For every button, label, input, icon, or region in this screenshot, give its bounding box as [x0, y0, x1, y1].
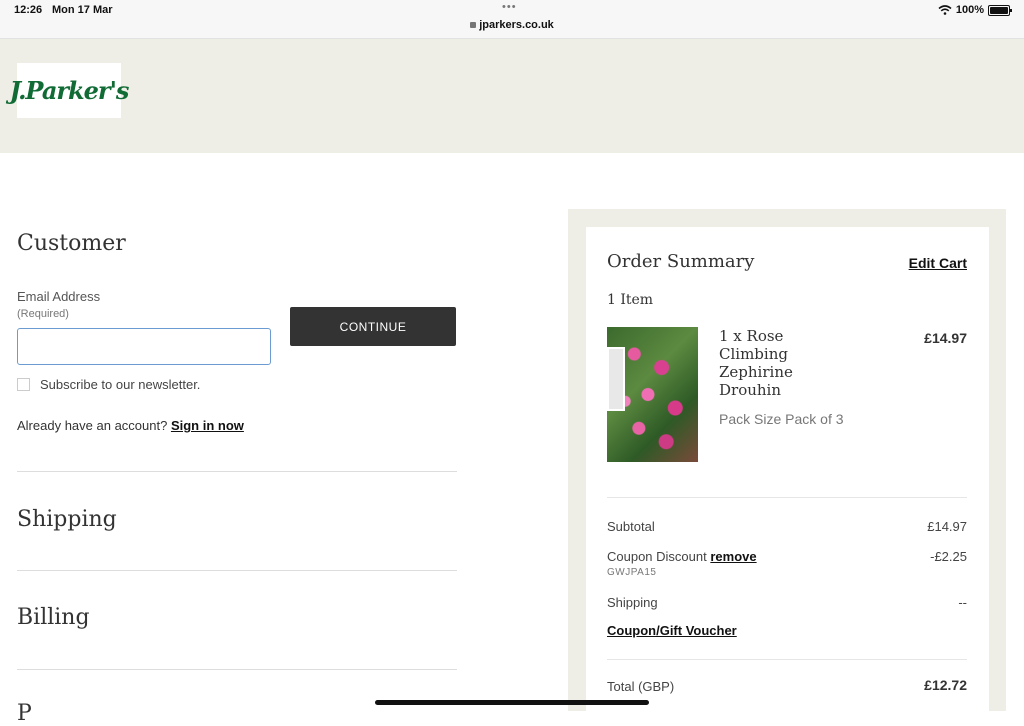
total-label: Total (GBP) — [607, 679, 675, 694]
home-indicator[interactable] — [375, 700, 649, 705]
total-value: £12.72 — [924, 677, 967, 693]
shipping-value: -- — [958, 595, 967, 610]
divider — [607, 659, 967, 660]
more-dots-icon[interactable]: ••• — [502, 1, 517, 13]
edit-cart-link[interactable]: Edit Cart — [909, 255, 967, 271]
divider — [607, 497, 967, 498]
battery-icon — [988, 4, 1012, 16]
battery-percent: 100% — [955, 4, 984, 16]
product-thumbnail — [607, 327, 698, 462]
order-summary-panel: Order Summary Edit Cart 1 Item 1 x Rose … — [568, 209, 1006, 711]
status-time: 12:26 — [14, 4, 43, 16]
status-date: Mon 17 Mar — [52, 4, 113, 16]
site-header: J.Parker's — [0, 39, 1024, 153]
address-bar[interactable]: jparkers.co.uk — [0, 19, 1024, 31]
order-summary-title: Order Summary — [607, 251, 755, 272]
wifi-icon — [938, 5, 952, 15]
subtotal-value: £14.97 — [927, 519, 967, 534]
logo-text: J.Parker's — [9, 76, 130, 105]
account-prompt-text: Already have an account? — [17, 418, 168, 433]
coupon-row: Coupon Discount remove — [607, 549, 757, 564]
coupon-value: -£2.25 — [930, 549, 967, 564]
payment-heading[interactable]: P — [17, 701, 32, 726]
newsletter-checkbox[interactable] — [17, 378, 30, 391]
site-logo[interactable]: J.Parker's — [10, 63, 129, 118]
divider — [17, 570, 457, 571]
continue-button[interactable]: CONTINUE — [290, 307, 456, 346]
email-label: Email Address — [17, 289, 101, 304]
required-label: (Required) — [17, 308, 69, 320]
item-count: 1 Item — [607, 292, 654, 308]
item-name: 1 x Rose Climbing Zephirine Drouhin — [719, 327, 793, 399]
shipping-heading[interactable]: Shipping — [17, 507, 117, 532]
status-bar: 12:26 Mon 17 Mar ••• jparkers.co.uk 100% — [0, 0, 1024, 39]
thumbnail-window-shape — [607, 347, 625, 411]
address-url: jparkers.co.uk — [479, 19, 554, 31]
coupon-label: Coupon Discount — [607, 549, 707, 564]
remove-coupon-link[interactable]: remove — [710, 549, 756, 564]
item-price: £14.97 — [924, 330, 967, 346]
status-right: 100% — [938, 4, 1012, 16]
subtotal-label: Subtotal — [607, 519, 655, 534]
customer-heading: Customer — [17, 231, 126, 256]
item-pack-size: Pack Size Pack of 3 — [719, 411, 844, 427]
order-summary: Order Summary Edit Cart 1 Item 1 x Rose … — [586, 227, 989, 711]
divider — [17, 471, 457, 472]
billing-heading[interactable]: Billing — [17, 605, 90, 630]
lock-icon — [470, 22, 477, 28]
shipping-label: Shipping — [607, 595, 658, 610]
sign-in-link[interactable]: Sign in now — [171, 418, 244, 433]
account-prompt: Already have an account? Sign in now — [17, 418, 244, 433]
newsletter-option[interactable]: Subscribe to our newsletter. — [17, 377, 200, 392]
coupon-voucher-link[interactable]: Coupon/Gift Voucher — [607, 623, 737, 638]
divider — [17, 669, 457, 670]
coupon-code: GWJPA15 — [607, 567, 657, 578]
email-field[interactable] — [17, 328, 271, 365]
newsletter-label: Subscribe to our newsletter. — [40, 377, 201, 392]
